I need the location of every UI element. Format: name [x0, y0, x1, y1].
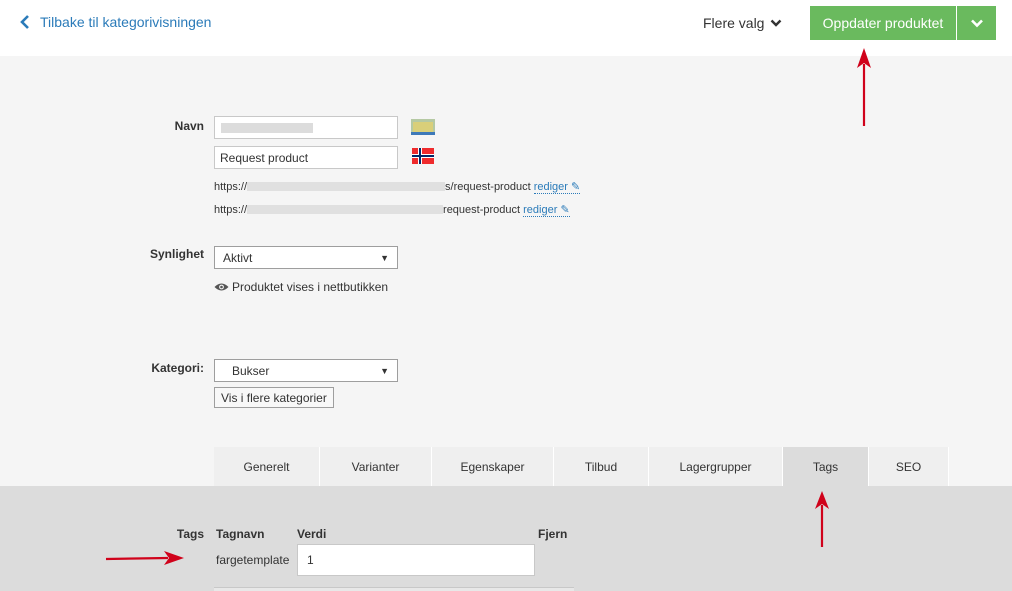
redacted-value: [221, 123, 313, 133]
product-url-2: https:// request-product rediger ✎: [214, 203, 570, 217]
annotation-arrow-up-icon: [857, 48, 871, 126]
visibility-note-text: Produktet vises i nettbutikken: [232, 280, 389, 294]
eye-icon: [214, 283, 229, 291]
tag-name-column-header: Tagnavn: [216, 527, 265, 541]
url-suffix: request-product: [443, 204, 521, 216]
tag-value-column-header: Verdi: [297, 527, 327, 541]
back-link-label: Tilbake til kategorivisningen: [40, 14, 212, 30]
update-product-button[interactable]: Oppdater produktet: [810, 6, 956, 40]
redacted-url: [247, 181, 446, 191]
url-suffix: s/request-product: [445, 181, 531, 193]
product-tabs: Generelt Varianter Egenskaper Tilbud Lag…: [214, 447, 949, 486]
more-options-label: Flere valg: [703, 15, 765, 31]
url-prefix: https://: [214, 181, 248, 193]
chevron-down-icon: [970, 19, 983, 28]
more-options-button[interactable]: Flere valg: [703, 15, 782, 31]
visibility-selected: Aktivt: [223, 250, 253, 265]
tab-stock-groups[interactable]: Lagergrupper: [649, 447, 783, 486]
tab-seo[interactable]: SEO: [869, 447, 949, 486]
product-url-1: https:// s/request-product rediger ✎: [214, 180, 581, 194]
back-to-category-link[interactable]: Tilbake til kategorivisningen: [18, 14, 211, 30]
table-row: [214, 587, 574, 591]
edit-url-link[interactable]: rediger ✎: [533, 181, 581, 194]
tag-remove-column-header: Fjern: [538, 527, 568, 541]
update-product-label: Oppdater produktet: [822, 15, 944, 31]
tab-offers[interactable]: Tilbud: [554, 447, 649, 486]
chevron-down-icon: [771, 19, 782, 27]
annotation-arrow-up-icon: [815, 491, 829, 547]
visibility-select[interactable]: Aktivt ▼: [214, 246, 398, 269]
url-prefix: https://: [214, 204, 248, 216]
tab-tags[interactable]: Tags: [783, 447, 869, 486]
tab-properties[interactable]: Egenskaper: [432, 447, 554, 486]
show-more-categories-button[interactable]: Vis i flere kategorier: [214, 387, 334, 408]
tag-value-input[interactable]: 1: [297, 544, 535, 576]
name-input-primary[interactable]: [214, 116, 398, 139]
category-select[interactable]: Bukser ▼: [214, 359, 398, 382]
redacted-url: [247, 204, 444, 214]
dropdown-caret-icon: ▼: [380, 252, 389, 263]
tags-section-label: Tags: [176, 527, 204, 541]
dropdown-caret-icon: ▼: [380, 365, 389, 376]
language-flag-icon[interactable]: [411, 119, 435, 135]
name-label: Navn: [174, 119, 204, 133]
tab-general[interactable]: Generelt: [214, 447, 320, 486]
norway-flag-icon[interactable]: [411, 148, 435, 164]
tab-variants[interactable]: Varianter: [320, 447, 432, 486]
category-selected: Bukser: [232, 363, 270, 378]
annotation-arrow-right-icon: [105, 551, 184, 565]
category-label: Kategori:: [151, 361, 204, 375]
tag-name-cell: fargetemplate: [216, 553, 290, 567]
name-input-norwegian[interactable]: Request product: [214, 146, 398, 169]
update-options-dropdown-button[interactable]: [957, 6, 996, 40]
edit-url-link[interactable]: rediger ✎: [523, 204, 570, 217]
chevron-left-icon: [20, 15, 29, 29]
visibility-note: Produktet vises i nettbutikken: [214, 280, 388, 294]
visibility-label: Synlighet: [149, 247, 204, 261]
